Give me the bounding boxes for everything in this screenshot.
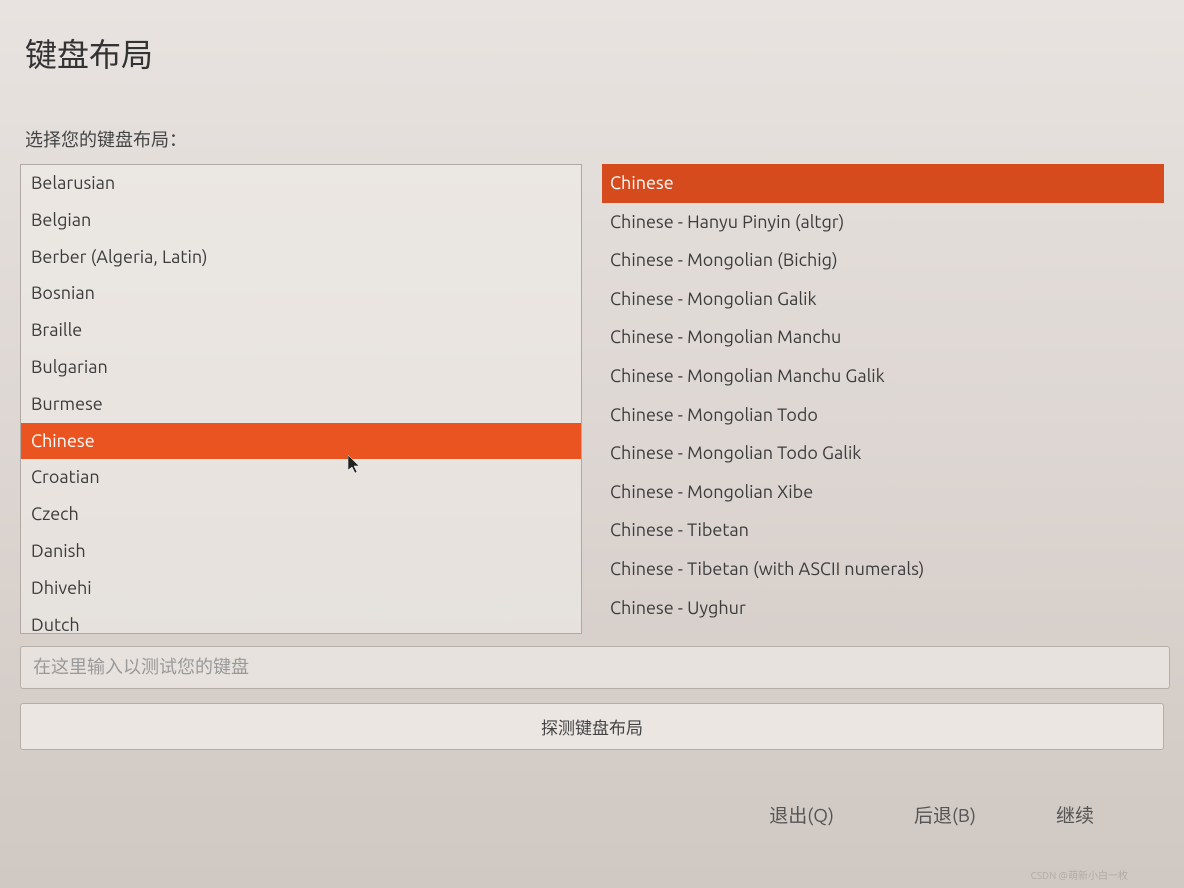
list-item[interactable]: Burmese [21,386,581,423]
list-item[interactable]: Chinese - Mongolian Galik [602,280,1164,319]
layout-language-list[interactable]: BelarusianBelgianBerber (Algeria, Latin)… [20,164,582,634]
list-item[interactable]: Berber (Algeria, Latin) [21,239,581,276]
quit-button[interactable]: 退出(Q) [769,801,834,828]
list-item[interactable]: Chinese - Tibetan [602,511,1164,550]
back-button[interactable]: 后退(B) [914,801,976,828]
list-item[interactable]: Chinese - Hanyu Pinyin (altgr) [602,203,1164,242]
list-item[interactable]: Belarusian [21,165,581,202]
list-item[interactable]: Bosnian [21,275,581,312]
list-item[interactable]: Chinese - Mongolian Manchu Galik [602,357,1164,396]
watermark: CSDN @萌新小白一枚 [1031,867,1128,882]
list-item[interactable]: Chinese - Mongolian Xibe [602,473,1164,512]
list-item[interactable]: Chinese - Tibetan (with ASCII numerals) [602,550,1164,589]
list-item[interactable]: Chinese - Mongolian Todo Galik [602,434,1164,473]
select-layout-label: 选择您的键盘布局： [25,126,1164,152]
layout-variant-list[interactable]: ChineseChinese - Hanyu Pinyin (altgr)Chi… [602,164,1164,634]
list-item[interactable]: Croatian [21,459,581,496]
list-item[interactable]: Chinese - Uyghur [602,589,1164,628]
list-item[interactable]: Chinese [602,164,1164,203]
keyboard-test-input[interactable] [20,646,1170,689]
list-item[interactable]: Czech [21,496,581,533]
list-item[interactable]: Dhivehi [21,570,581,607]
list-item[interactable]: Chinese - Mongolian (Bichig) [602,241,1164,280]
page-title: 键盘布局 [25,30,1164,76]
list-item[interactable]: Belgian [21,202,581,239]
layout-lists-row: BelarusianBelgianBerber (Algeria, Latin)… [20,164,1164,634]
list-item[interactable]: Chinese [21,423,581,460]
detect-layout-button[interactable]: 探测键盘布局 [20,703,1164,750]
list-item[interactable]: Chinese - Mongolian Manchu [602,318,1164,357]
list-item[interactable]: Bulgarian [21,349,581,386]
continue-button[interactable]: 继续 [1056,801,1094,828]
list-item[interactable]: Danish [21,533,581,570]
list-item[interactable]: Dutch [21,607,581,634]
list-item[interactable]: Braille [21,312,581,349]
list-item[interactable]: Chinese - Mongolian Todo [602,396,1164,435]
navigation-row: 退出(Q) 后退(B) 继续 [20,781,1164,868]
